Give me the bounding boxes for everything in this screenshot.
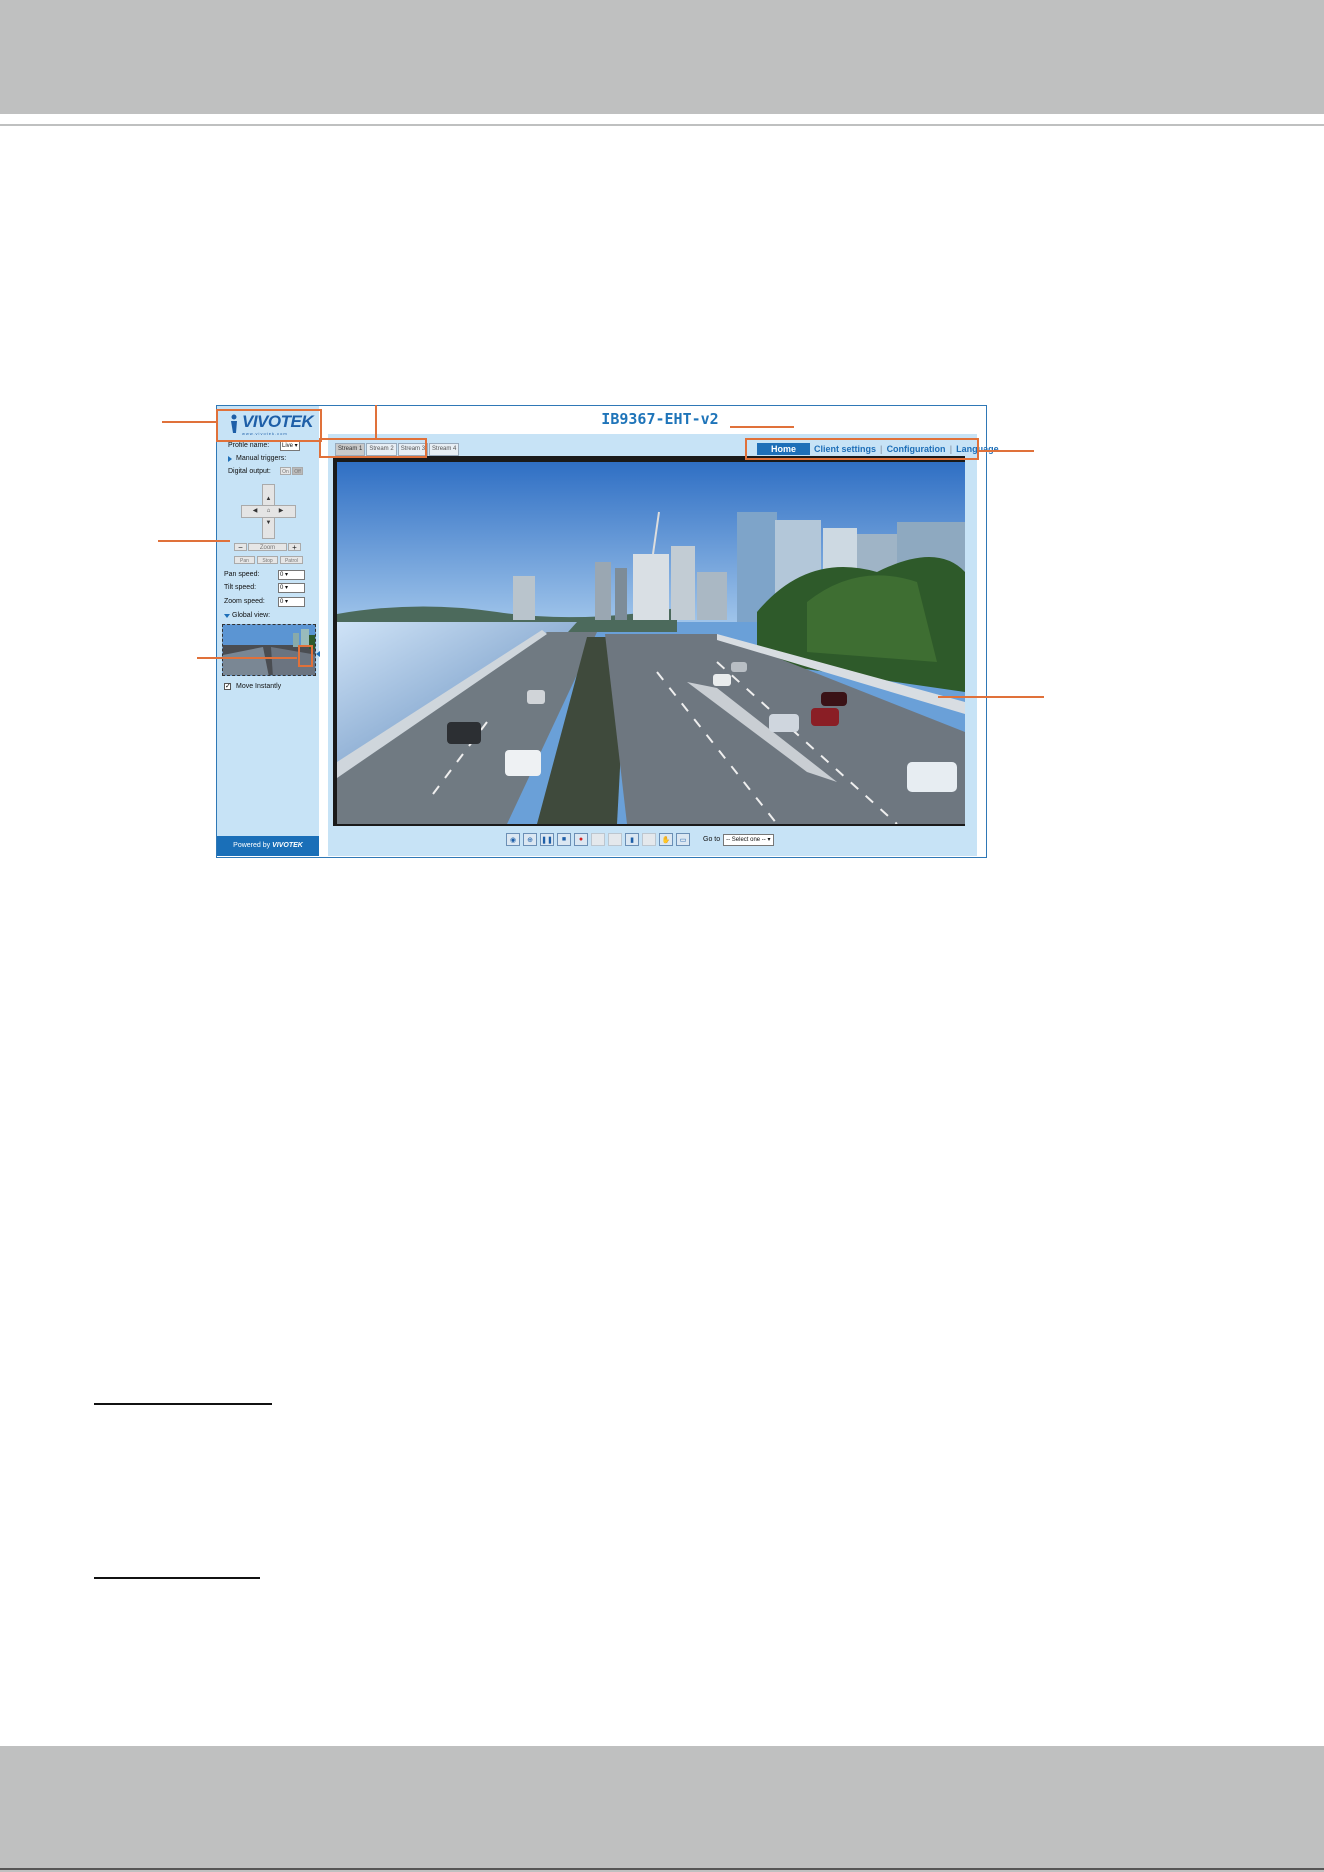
zoom-out-button[interactable]: −: [234, 543, 247, 552]
goto-select[interactable]: -- Select one -- ▾: [723, 833, 774, 846]
pan-right-icon[interactable]: ▶: [276, 506, 286, 516]
pan-button[interactable]: Pan: [234, 556, 255, 564]
snapshot-icon[interactable]: ◉: [506, 833, 520, 846]
callout-box-top-nav: [745, 438, 979, 460]
fullscreen-icon[interactable]: ▭: [676, 833, 690, 846]
callout-line-stream-tabs: [375, 405, 377, 439]
pan-speed-select[interactable]: 0 ▾: [278, 570, 305, 580]
tilt-down-icon[interactable]: ▼: [262, 518, 275, 528]
section-heading-rule: [94, 1577, 260, 1579]
pan-speed-label: Pan speed:: [224, 571, 260, 578]
tilt-speed-label: Tilt speed:: [224, 584, 257, 591]
talk-icon[interactable]: ▮: [625, 833, 639, 846]
move-instantly-checkbox[interactable]: ✓: [224, 683, 231, 690]
profile-name-select[interactable]: Live ▾: [280, 441, 300, 451]
live-video-view[interactable]: [337, 462, 965, 824]
powered-by-brand: VIVOTEK: [272, 842, 303, 849]
stop-icon[interactable]: ■: [557, 833, 571, 846]
record-dot: ●: [578, 836, 584, 843]
patrol-button[interactable]: Patrol: [280, 556, 303, 564]
video-toolbar: ◉ ⊕ ❚❚ ■ ● ▮ ✋ ▭ Go to -- Select one -- …: [506, 833, 774, 846]
collapse-arrow-icon[interactable]: [224, 614, 230, 618]
mic-mute-icon[interactable]: [642, 833, 656, 846]
digital-zoom-icon[interactable]: ⊕: [523, 833, 537, 846]
callout-line-logo: [162, 421, 216, 423]
pause-icon[interactable]: ❚❚: [540, 833, 554, 846]
record-icon[interactable]: ●: [574, 833, 588, 846]
profile-name-label: Profile name:: [228, 442, 270, 449]
callout-line-top-nav: [979, 450, 1034, 452]
expand-arrow-icon[interactable]: [228, 456, 232, 462]
pan-left-icon[interactable]: ◀: [250, 506, 260, 516]
home-position-icon[interactable]: ⌂: [262, 506, 275, 516]
stop-button[interactable]: Stop: [257, 556, 278, 564]
callout-line-ptz-panel: [158, 540, 230, 542]
tilt-speed-value: 0: [280, 585, 284, 591]
live-video-image: [337, 462, 965, 824]
footer-bottom-line: [0, 1868, 1324, 1870]
manual-triggers-label[interactable]: Manual triggers:: [236, 455, 286, 462]
goto-select-value: -- Select one --: [726, 836, 766, 843]
callout-box-logo: [216, 409, 322, 442]
zoom-speed-label: Zoom speed:: [224, 598, 265, 605]
zoom-bar[interactable]: Zoom: [248, 543, 287, 551]
callout-box-stream-tabs: [319, 438, 427, 458]
pan-speed-value: 0: [280, 572, 284, 578]
digital-output-off-button[interactable]: Off: [292, 467, 303, 475]
header-divider: [0, 124, 1324, 126]
stream-tab-4[interactable]: Stream 4: [429, 443, 460, 456]
callout-line-title: [730, 426, 794, 428]
zoom-in-button[interactable]: +: [288, 543, 301, 552]
powered-by-text: Powered by: [233, 842, 271, 849]
view-region-indicator[interactable]: [298, 645, 313, 667]
digital-output-label: Digital output:: [228, 468, 271, 475]
global-view-label[interactable]: Global view:: [232, 612, 270, 619]
zoom-speed-select[interactable]: 0 ▾: [278, 597, 305, 607]
volume-icon[interactable]: [591, 833, 605, 846]
tilt-speed-select[interactable]: 0 ▾: [278, 583, 305, 593]
callout-line-global-view: [197, 657, 297, 659]
profile-name-value: Live: [282, 443, 294, 449]
powered-by-footer: Powered by VIVOTEK: [217, 836, 319, 856]
callout-line-video: [938, 696, 1044, 698]
goto-label: Go to: [703, 836, 721, 843]
mute-icon[interactable]: [608, 833, 622, 846]
zoom-speed-value: 0: [280, 599, 284, 605]
page-header-band: [0, 0, 1324, 114]
move-instantly-label[interactable]: Move Instantly: [236, 683, 281, 690]
global-view-arrow-icon: [316, 651, 320, 657]
page-footer-band: [0, 1746, 1324, 1872]
tilt-up-icon[interactable]: ▲: [262, 494, 275, 504]
digital-output-on-button[interactable]: On: [280, 467, 291, 475]
section-heading-rule: [94, 1403, 272, 1405]
ptz-mode-icon[interactable]: ✋: [659, 833, 673, 846]
